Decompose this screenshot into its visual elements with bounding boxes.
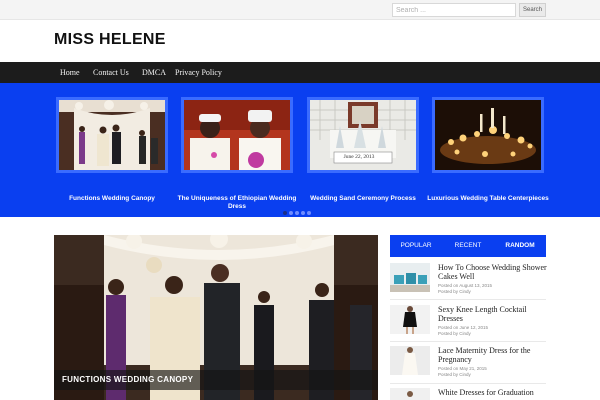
post-title[interactable]: How To Choose Wedding Shower Cakes Well xyxy=(438,263,550,281)
slide-4-image[interactable] xyxy=(432,97,544,173)
top-bar: Search xyxy=(0,0,600,20)
list-item[interactable]: White Dresses for Graduation xyxy=(390,388,550,400)
slide-3-caption[interactable]: Wedding Sand Ceremony Process xyxy=(299,195,427,203)
featured-slider: Functions Wedding Canopy The Uniqueness … xyxy=(0,83,600,217)
post-title[interactable]: White Dresses for Graduation xyxy=(438,388,550,397)
featured-caption: FUNCTIONS WEDDING CANOPY xyxy=(54,370,378,390)
featured-title[interactable]: FUNCTIONS WEDDING CANOPY xyxy=(62,375,193,384)
post-thumbnail[interactable] xyxy=(390,388,430,400)
nav-item-dmca[interactable]: DMCA xyxy=(142,62,166,83)
search-button[interactable]: Search xyxy=(519,3,546,17)
divider xyxy=(390,299,546,300)
slide-3-image[interactable]: June 22, 2013 xyxy=(307,97,419,173)
post-thumbnail[interactable] xyxy=(390,346,430,375)
slider-dot-1[interactable] xyxy=(283,211,287,215)
tab-recent[interactable]: RECENT xyxy=(442,235,494,257)
main-nav: Home Contact Us DMCA Privacy Policy xyxy=(0,62,600,83)
slide-3-sign-text: June 22, 2013 xyxy=(343,154,375,160)
featured-post[interactable]: FUNCTIONS WEDDING CANOPY xyxy=(54,235,378,400)
post-title[interactable]: Lace Maternity Dress for the Pregnancy xyxy=(438,346,550,364)
post-author: Posted by Cindy xyxy=(438,331,471,336)
list-item[interactable]: How To Choose Wedding Shower Cakes Well … xyxy=(390,263,550,297)
slider-dot-2[interactable] xyxy=(289,211,293,215)
slider-dot-4[interactable] xyxy=(301,211,305,215)
post-author: Posted by Cindy xyxy=(438,289,471,294)
list-item[interactable]: Sexy Knee Length Cocktail Dresses Posted… xyxy=(390,305,550,339)
slider-dot-3[interactable] xyxy=(295,211,299,215)
slide-2-image[interactable] xyxy=(181,97,293,173)
nav-item-home[interactable]: Home xyxy=(60,62,80,83)
sidebar-tabs: POPULAR RECENT RANDOM xyxy=(390,235,546,257)
tab-random[interactable]: RANDOM xyxy=(494,235,546,257)
post-title[interactable]: Sexy Knee Length Cocktail Dresses xyxy=(438,305,550,323)
slider-dot-5[interactable] xyxy=(307,211,311,215)
nav-item-privacy-policy[interactable]: Privacy Policy xyxy=(175,62,222,83)
post-thumbnail[interactable] xyxy=(390,263,430,292)
divider xyxy=(390,341,546,342)
slide-2-caption[interactable]: The Uniqueness of Ethiopian Wedding Dres… xyxy=(173,195,301,211)
divider xyxy=(390,383,546,384)
post-author: Posted by Cindy xyxy=(438,372,471,377)
slide-4-caption[interactable]: Luxurious Wedding Table Centerpieces xyxy=(424,195,552,203)
nav-item-contact-us[interactable]: Contact Us xyxy=(93,62,129,83)
search-input[interactable] xyxy=(392,3,516,17)
slide-1-caption[interactable]: Functions Wedding Canopy xyxy=(48,195,176,203)
site-title[interactable]: MISS HELENE xyxy=(54,31,166,49)
slide-1-image[interactable] xyxy=(56,97,168,173)
post-thumbnail[interactable] xyxy=(390,305,430,334)
list-item[interactable]: Lace Maternity Dress for the Pregnancy P… xyxy=(390,346,550,380)
slider-dots xyxy=(283,202,313,215)
tab-popular[interactable]: POPULAR xyxy=(390,235,442,257)
